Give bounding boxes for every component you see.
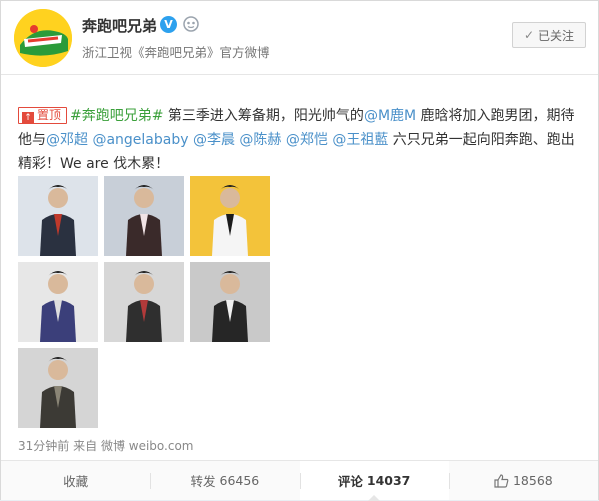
member-badge-icon[interactable] [183, 16, 199, 32]
source-prefix: 来自 [73, 439, 98, 453]
post-photo[interactable] [190, 262, 270, 342]
mention-link[interactable]: @王祖藍 [332, 132, 388, 148]
mention-link[interactable]: @郑恺 [286, 132, 328, 148]
hashtag-link[interactable]: #奔跑吧兄弟# [70, 108, 163, 124]
post-meta: 31分钟前 来自 微博 weibo.com [18, 437, 194, 454]
post-photo[interactable] [104, 176, 184, 256]
post-photo[interactable] [104, 262, 184, 342]
photo-image [104, 176, 184, 256]
post-text: ↑ 置顶 #奔跑吧兄弟# 第三季进入筹备期，阳光帅气的@M鹿M 鹿晗将加入跑男团，期… [18, 104, 586, 176]
pinned-label: 置顶 [37, 108, 62, 122]
like-count: 18568 [512, 473, 553, 488]
mention-link[interactable]: @angelababy [92, 132, 188, 148]
photo-image [190, 262, 270, 342]
weibo-card: 奔跑吧兄弟 V 浙江卫视《奔跑吧兄弟》官方微博 ✓ 已关注 ↑ 置顶 #奔跑吧兄弟#… [0, 0, 599, 501]
mention-link[interactable]: @M鹿M [364, 108, 416, 124]
pinned-badge: ↑ 置顶 [18, 107, 68, 124]
post-photo[interactable] [18, 176, 98, 256]
comment-count: 14037 [366, 473, 411, 488]
post-photo[interactable] [18, 348, 98, 428]
photo-image [18, 262, 98, 342]
avatar[interactable] [14, 9, 72, 67]
comment-button[interactable]: 评论 14037 [299, 461, 449, 501]
post-header: 奔跑吧兄弟 V 浙江卫视《奔跑吧兄弟》官方微博 ✓ 已关注 [1, 1, 598, 75]
favorite-label: 收藏 [63, 474, 89, 489]
mention-link[interactable]: @陈赫 [239, 132, 281, 148]
like-button[interactable]: 18568 [448, 461, 598, 500]
photo-image [18, 348, 98, 428]
mention-link[interactable]: @邓超 [46, 132, 88, 148]
comment-label: 评论 [337, 474, 363, 489]
repost-button[interactable]: 转发 66456 [150, 461, 299, 500]
post-source[interactable]: 微博 weibo.com [101, 439, 194, 453]
repost-label: 转发 [190, 474, 216, 489]
show-logo-icon [14, 9, 72, 67]
post-text-segment: 第三季进入筹备期，阳光帅气的 [163, 108, 364, 124]
verified-icon: V [160, 16, 177, 33]
account-description: 浙江卫视《奔跑吧兄弟》官方微博 [82, 45, 270, 60]
post-time[interactable]: 31分钟前 [18, 439, 69, 453]
follow-button-label: 已关注 [538, 28, 575, 43]
mention-link[interactable]: @李晨 [193, 132, 235, 148]
pin-icon: ↑ [22, 112, 34, 124]
favorite-button[interactable]: 收藏 [1, 461, 150, 500]
post-photo[interactable] [190, 176, 270, 256]
check-icon: ✓ [523, 28, 535, 42]
account-name[interactable]: 奔跑吧兄弟 [82, 15, 157, 36]
thumbs-up-icon [494, 473, 509, 488]
photo-image [104, 262, 184, 342]
post-photo[interactable] [18, 262, 98, 342]
repost-count: 66456 [219, 473, 260, 488]
follow-button[interactable]: ✓ 已关注 [512, 22, 586, 48]
action-bar: 收藏 转发 66456 评论 14037 18568 [1, 460, 598, 501]
photo-image [18, 176, 98, 256]
photo-image [190, 176, 270, 256]
